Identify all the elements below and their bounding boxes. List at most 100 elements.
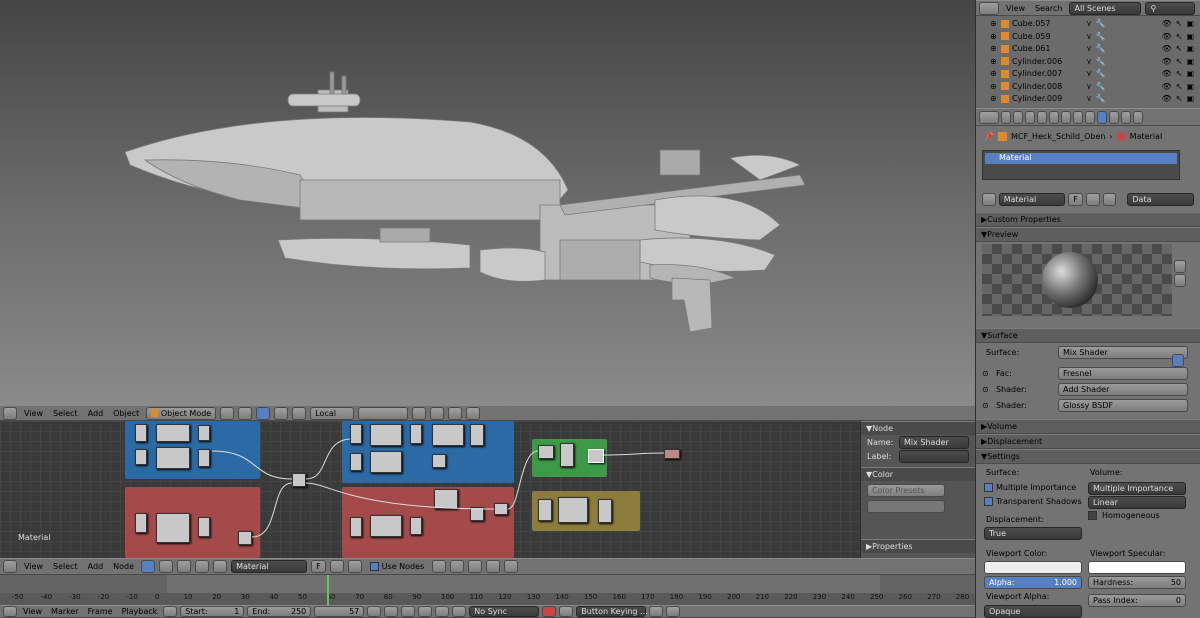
insert-key-icon[interactable]: [649, 606, 664, 617]
translate-icon[interactable]: [274, 406, 289, 420]
select-icon[interactable]: ↖: [1176, 94, 1183, 103]
render-icon[interactable]: ▣: [1186, 32, 1194, 41]
playback-menu[interactable]: Playback: [119, 607, 161, 616]
close-icon[interactable]: [347, 560, 362, 573]
preview-panel[interactable]: ▼ Preview: [976, 227, 1200, 242]
render-tab-icon[interactable]: [1001, 110, 1011, 124]
end-frame-field[interactable]: End: 250: [247, 606, 312, 617]
color-presets-dropdown[interactable]: Color Presets: [867, 484, 945, 497]
editor-type-icon[interactable]: [3, 406, 17, 420]
orientation-dropdown[interactable]: Local: [310, 406, 355, 420]
copy-icon[interactable]: [486, 560, 501, 573]
viewport-3d[interactable]: [0, 0, 975, 405]
add-menu[interactable]: Add: [85, 409, 107, 418]
visibility-icon[interactable]: 👁: [1162, 69, 1172, 78]
viewport-color-swatch[interactable]: [984, 561, 1082, 574]
jump-end-icon[interactable]: [452, 606, 467, 617]
select-menu[interactable]: Select: [50, 409, 81, 418]
play-reverse-icon[interactable]: [401, 606, 416, 617]
use-nodes-checkbox[interactable]: Use Nodes: [366, 560, 429, 573]
snap-icon[interactable]: [468, 560, 483, 573]
outliner-item[interactable]: ⊕ Cube.061 ⋎ 🔧 👁 ↖ ▣: [976, 43, 1200, 56]
outliner-search-field[interactable]: ⚲: [1145, 1, 1196, 15]
add-slot-icon[interactable]: [1174, 260, 1186, 273]
color-panel-header[interactable]: ▼ Color: [861, 467, 975, 481]
add-icon[interactable]: [329, 560, 344, 573]
add-menu[interactable]: Add: [85, 562, 107, 571]
camera-icon[interactable]: [466, 406, 481, 420]
select-icon[interactable]: ↖: [1176, 69, 1183, 78]
outliner-item[interactable]: ⊕ Cylinder.006 ⋎ 🔧 👁 ↖ ▣: [976, 56, 1200, 68]
visibility-icon[interactable]: 👁: [1162, 19, 1172, 28]
view-menu[interactable]: View: [21, 409, 46, 418]
volume-panel[interactable]: ▶ Volume: [976, 419, 1200, 434]
shader-type-icon[interactable]: [141, 560, 156, 573]
node-name-field[interactable]: Mix Shader: [899, 435, 969, 449]
marker-menu[interactable]: Marker: [48, 607, 82, 616]
volume-sampling-dropdown[interactable]: Multiple Importance: [1088, 482, 1186, 495]
node-panel-header[interactable]: ▼ Node: [861, 421, 975, 435]
object-icon[interactable]: [195, 560, 210, 573]
expand-icon[interactable]: ⊕: [990, 32, 998, 41]
render-icon[interactable]: ▣: [1186, 44, 1194, 53]
view-menu[interactable]: View: [20, 607, 45, 616]
select-icon[interactable]: ↖: [1176, 19, 1183, 28]
pass-index-field[interactable]: Pass Index: 0: [1088, 594, 1186, 607]
keying-set-dropdown[interactable]: Button Keying ...: [576, 606, 648, 617]
play-icon[interactable]: [418, 606, 433, 617]
compositing-icon[interactable]: [177, 560, 192, 573]
custom-properties-panel[interactable]: ▶ Custom Properties: [976, 212, 1200, 227]
expand-icon[interactable]: ⊕: [990, 82, 998, 91]
viewport-specular-swatch[interactable]: [1088, 561, 1186, 574]
particles-tab-icon[interactable]: [1121, 110, 1131, 124]
expand-icon[interactable]: ⊕: [990, 94, 998, 103]
keying-icon[interactable]: [559, 606, 574, 617]
render-icon[interactable]: ▣: [1186, 94, 1194, 103]
editor-type-icon[interactable]: [3, 606, 17, 617]
select-icon[interactable]: ↖: [1176, 57, 1183, 66]
alpha-slider[interactable]: Alpha: 1.000: [984, 576, 1082, 589]
editor-type-icon[interactable]: [979, 1, 999, 15]
editor-type-icon[interactable]: [979, 110, 999, 124]
viewport-alpha-dropdown[interactable]: Opaque: [984, 605, 1082, 618]
fake-user-button[interactable]: F: [311, 560, 326, 573]
surface-panel[interactable]: ▼ Surface: [976, 328, 1200, 343]
manipulator-icon[interactable]: [256, 406, 271, 420]
material-name-field[interactable]: Material: [998, 192, 1066, 206]
preview-range-icon[interactable]: [163, 606, 178, 617]
object-menu[interactable]: Object: [110, 409, 142, 418]
add-icon[interactable]: [1085, 192, 1100, 206]
texture-tab-icon[interactable]: [1109, 110, 1119, 124]
fake-user-button[interactable]: F: [1068, 192, 1083, 206]
view-menu[interactable]: View: [21, 562, 46, 571]
select-icon[interactable]: ↖: [1176, 32, 1183, 41]
node-label-field[interactable]: [899, 449, 969, 463]
object-tab-icon[interactable]: [1049, 110, 1059, 124]
world-tab-icon[interactable]: [1037, 110, 1047, 124]
current-frame-field[interactable]: 57: [314, 606, 365, 617]
next-keyframe-icon[interactable]: [435, 606, 450, 617]
visibility-icon[interactable]: 👁: [1162, 57, 1172, 66]
mode-dropdown[interactable]: Object Mode: [146, 406, 217, 420]
physics-tab-icon[interactable]: [1133, 110, 1143, 124]
paste-icon[interactable]: [504, 560, 519, 573]
displacement-dropdown[interactable]: True: [984, 527, 1082, 540]
displacement-panel[interactable]: ▶ Displacement: [976, 434, 1200, 449]
material-slots-list[interactable]: Material: [982, 150, 1180, 180]
shader2-dropdown[interactable]: Glossy BSDF: [1058, 398, 1188, 412]
outliner-item[interactable]: ⊕ Cube.059 ⋎ 🔧 👁 ↖ ▣: [976, 31, 1200, 43]
pivot-icon[interactable]: [238, 406, 253, 420]
scene-tab-icon[interactable]: [1025, 110, 1035, 124]
color-swatch[interactable]: [867, 500, 945, 513]
frame-menu[interactable]: Frame: [85, 607, 116, 616]
settings-panel[interactable]: ▼ Settings: [976, 449, 1200, 464]
multiple-importance-checkbox[interactable]: Multiple Importance: [984, 480, 1076, 494]
shader1-dropdown[interactable]: Add Shader: [1058, 382, 1188, 396]
pin-icon[interactable]: 📌: [984, 132, 994, 141]
hardness-field[interactable]: Hardness: 50: [1088, 576, 1186, 589]
visibility-icon[interactable]: 👁: [1162, 82, 1172, 91]
current-frame-indicator[interactable]: [327, 575, 329, 605]
fac-dropdown[interactable]: Fresnel: [1058, 366, 1188, 380]
timeline[interactable]: -50 -40 -30 -20 -10 0 10 20 30 40 50 60 70 80 90 100 110…: [0, 575, 975, 605]
prev-keyframe-icon[interactable]: [384, 606, 399, 617]
